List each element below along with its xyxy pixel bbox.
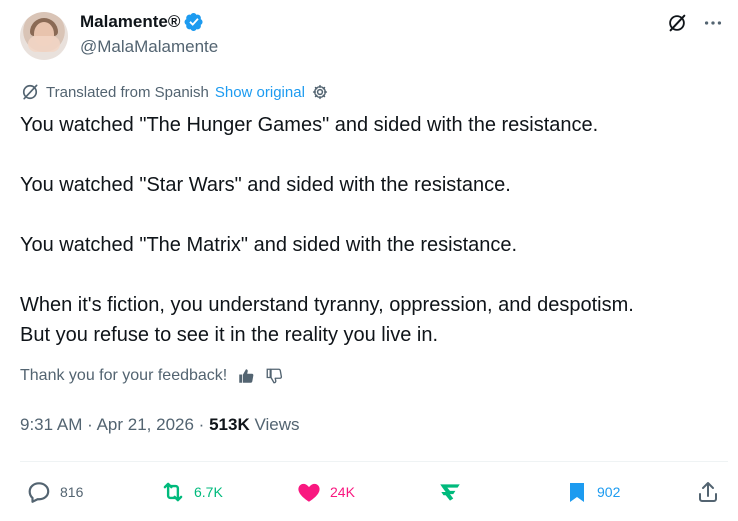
avatar[interactable] [20, 12, 68, 60]
reply-button[interactable]: 816 [26, 472, 83, 512]
user-handle[interactable]: @MalaMalamente [80, 37, 218, 57]
grok-icon[interactable] [666, 12, 688, 34]
header-actions [666, 12, 724, 34]
display-name[interactable]: Malamente® [80, 12, 180, 32]
tweet-line: You watched "The Matrix" and sided with … [20, 234, 518, 256]
meta-separator: · [87, 415, 93, 434]
meta-separator: · [198, 415, 205, 434]
translation-bar: Translated from Spanish Show original [20, 82, 329, 102]
bookmark-button[interactable]: 902 [565, 472, 620, 512]
tweet-line: You watched "The Hunger Games" and sided… [20, 114, 599, 136]
settings-icon[interactable] [311, 83, 329, 101]
repost-icon [163, 482, 183, 502]
translate-icon [22, 84, 38, 100]
tweet-line: You watched "Star Wars" and sided with t… [20, 174, 511, 196]
repost-button[interactable]: 6.7K [160, 472, 223, 512]
tweet-line: When it's fiction, you understand tyrann… [20, 294, 634, 316]
feedback-text: Thank you for your feedback! [20, 367, 228, 384]
analytics-icon [440, 484, 460, 501]
bookmark-icon [570, 483, 584, 502]
divider [20, 461, 728, 462]
avatar-hands [28, 36, 60, 52]
tweet-text: You watched "The Hunger Games" and sided… [20, 110, 720, 350]
like-icon [298, 483, 320, 502]
translation-feedback: Thank you for your feedback! [20, 367, 283, 385]
repost-count: 6.7K [194, 484, 223, 500]
tweet-card: Malamente® @MalaMalamente Translated fro… [0, 0, 738, 521]
action-bar: 816 6.7K 24K 902 [0, 472, 738, 512]
translated-label: Translated from Spanish [46, 83, 209, 101]
thumbs-down-icon[interactable] [265, 367, 283, 385]
thumbs-up-icon[interactable] [237, 367, 255, 385]
views-count: 513K [209, 415, 250, 434]
like-button[interactable]: 24K [296, 472, 355, 512]
verified-badge-icon [184, 13, 203, 31]
share-icon [699, 482, 717, 502]
reply-count: 816 [60, 484, 84, 500]
bookmark-count: 902 [597, 484, 621, 500]
tweet-date[interactable]: Apr 21, 2026 [97, 415, 194, 434]
analytics-button[interactable] [437, 472, 463, 512]
tweet-line: But you refuse to see it in the reality … [20, 324, 438, 346]
more-icon[interactable] [702, 12, 724, 34]
show-original-link[interactable]: Show original [215, 84, 305, 101]
reply-icon [28, 482, 50, 503]
author-name-row[interactable]: Malamente® [80, 12, 204, 32]
views-label: Views [254, 415, 300, 434]
share-button[interactable] [696, 472, 720, 512]
tweet-meta: 9:31 AM · Apr 21, 2026 · 513K Views [20, 415, 300, 435]
like-count: 24K [330, 484, 355, 500]
tweet-time[interactable]: 9:31 AM [20, 415, 82, 434]
